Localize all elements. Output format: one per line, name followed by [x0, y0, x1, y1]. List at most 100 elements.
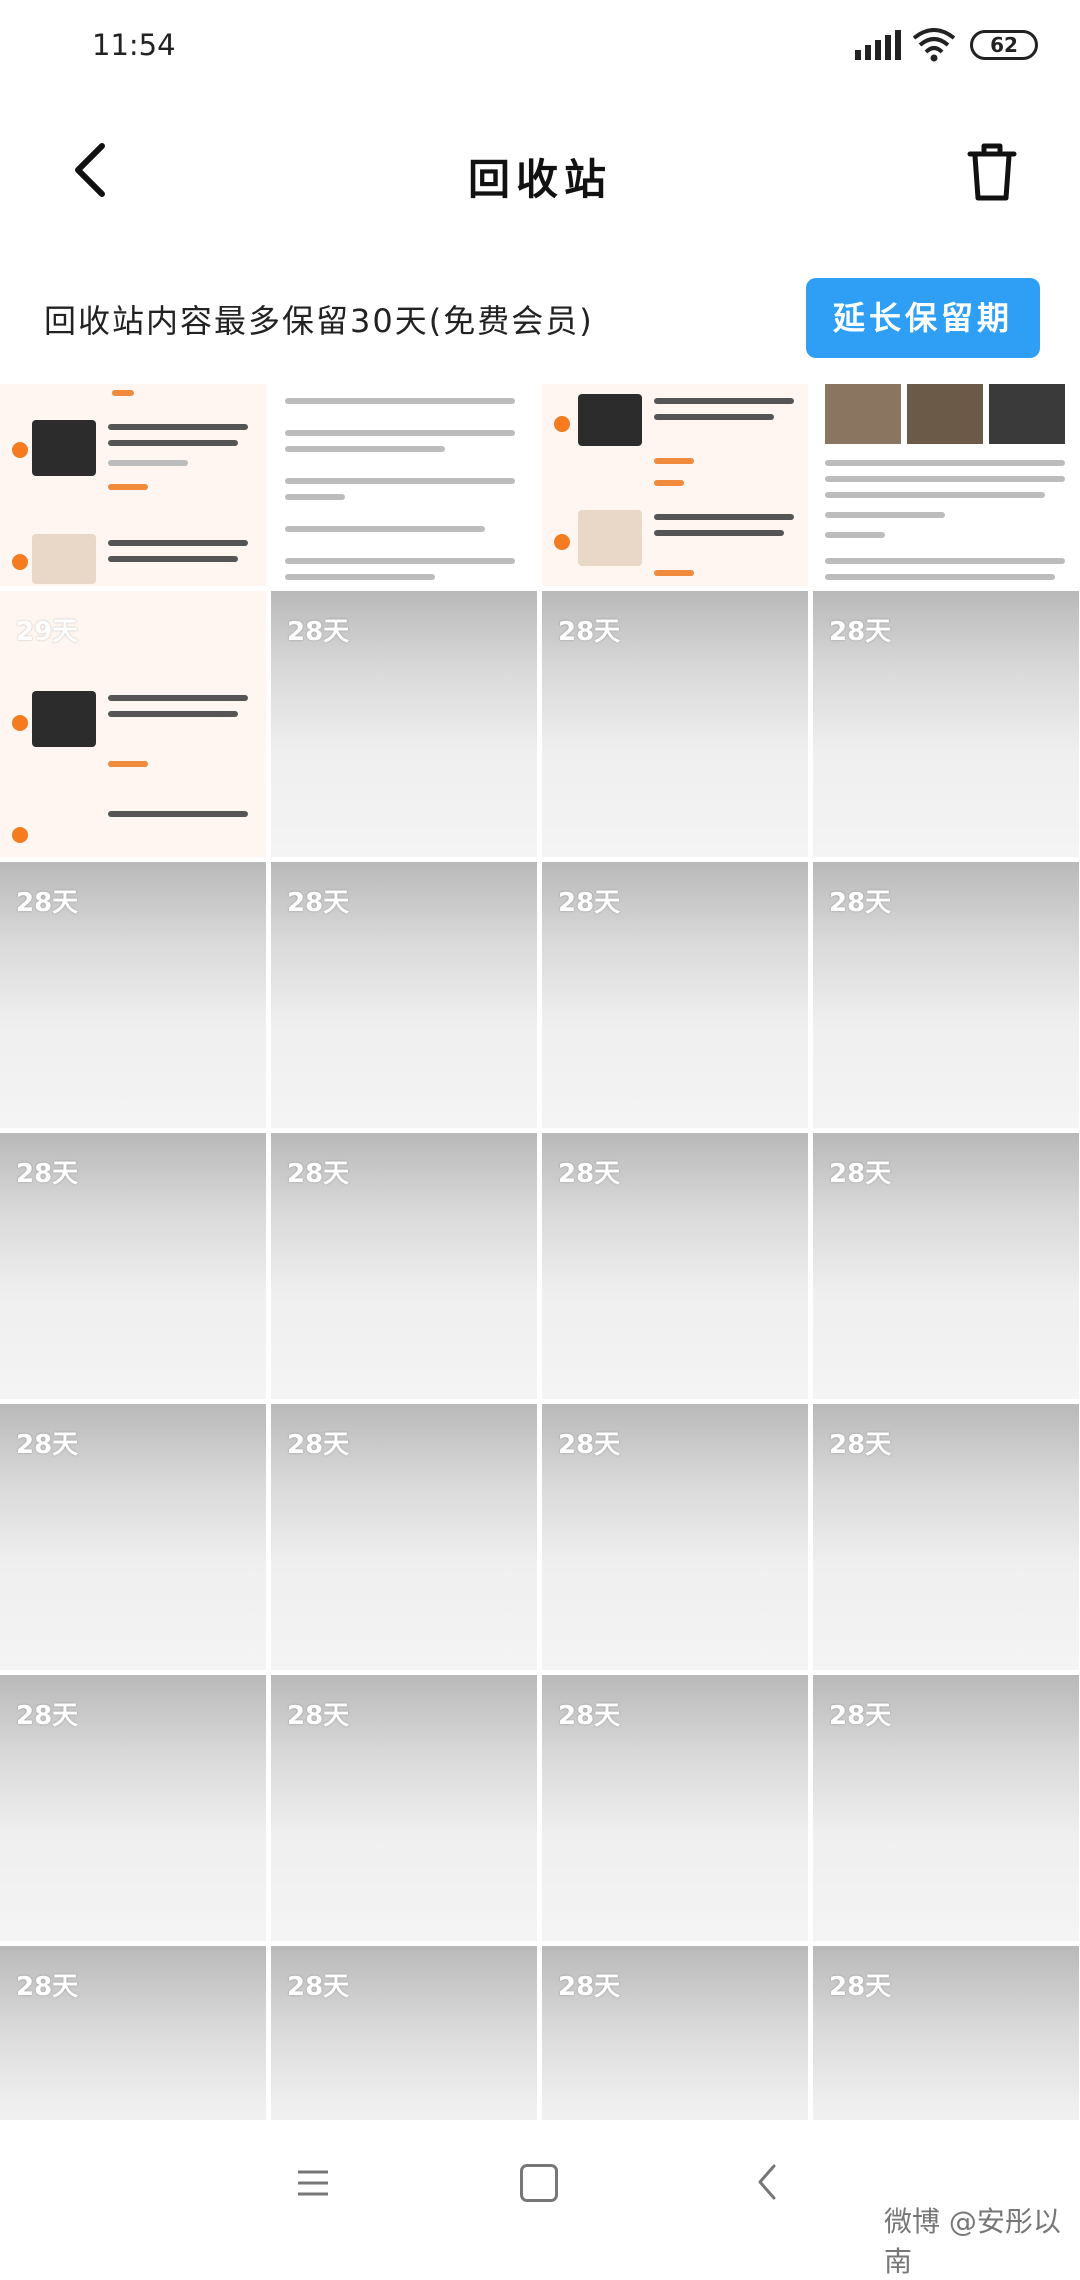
- thumb-line: [285, 526, 485, 532]
- days-remaining: 28天: [558, 1430, 621, 1460]
- days-remaining: 28天: [829, 1159, 892, 1189]
- thumb-check: [12, 715, 28, 731]
- thumb-line: [108, 484, 148, 490]
- days-remaining: 28天: [287, 888, 350, 918]
- days-remaining: 28天: [287, 1972, 350, 2002]
- days-remaining: 28天: [558, 1159, 621, 1189]
- days-remaining: 29天: [16, 617, 79, 647]
- header: 回收站: [0, 110, 1080, 230]
- trash-item-article[interactable]: [271, 384, 537, 586]
- thumb-line: [285, 430, 515, 436]
- thumb-photo: [907, 384, 983, 444]
- thumb-line: [285, 558, 515, 564]
- thumb-shoe-image: [32, 420, 96, 476]
- thumb-line: [108, 460, 188, 466]
- watermark: 微博 @安彤以南: [884, 2205, 1061, 2278]
- home-icon[interactable]: [520, 2164, 558, 2202]
- thumb-check: [12, 554, 28, 570]
- trash-icon: [967, 143, 1017, 201]
- trash-item[interactable]: 28天: [542, 1675, 808, 1941]
- thumb-line: [825, 476, 1065, 482]
- thumb-line: [108, 811, 248, 817]
- days-remaining: 28天: [558, 1701, 621, 1731]
- thumb-line: [108, 711, 238, 717]
- trash-item[interactable]: 28天: [0, 1946, 266, 2120]
- thumb-line: [654, 530, 784, 536]
- system-nav-bar: 微博 @安彤以南: [0, 2120, 1080, 2278]
- wifi-icon: [912, 28, 956, 62]
- days-remaining: 28天: [829, 888, 892, 918]
- trash-item[interactable]: 28天: [542, 591, 808, 857]
- thumb-line: [108, 440, 238, 446]
- days-remaining: 28天: [829, 617, 892, 647]
- thumb-check: [12, 442, 28, 458]
- thumb-check: [12, 827, 28, 843]
- trash-item[interactable]: 28天: [542, 862, 808, 1128]
- trash-item[interactable]: 28天: [0, 862, 266, 1128]
- trash-item[interactable]: 28天: [271, 1946, 537, 2120]
- menu-icon[interactable]: [296, 2166, 330, 2200]
- thumb-line: [825, 492, 1045, 498]
- trash-item[interactable]: 28天: [271, 862, 537, 1128]
- thumb-line: [108, 556, 238, 562]
- days-remaining: 28天: [829, 1701, 892, 1731]
- days-remaining: 28天: [16, 1972, 79, 2002]
- trash-item-shopping[interactable]: [0, 384, 266, 586]
- thumb-line: [825, 558, 1065, 564]
- trash-item[interactable]: 28天: [271, 1133, 537, 1399]
- trash-item[interactable]: 28天: [542, 1404, 808, 1670]
- trash-item[interactable]: 28天: [542, 1133, 808, 1399]
- days-remaining: 28天: [287, 1701, 350, 1731]
- thumb-line: [654, 458, 694, 464]
- thumb-line: [825, 532, 885, 538]
- thumb-line: [108, 761, 148, 767]
- trash-item[interactable]: 28天: [0, 1675, 266, 1941]
- trash-item[interactable]: 28天: [271, 591, 537, 857]
- page-title: 回收站: [467, 155, 612, 204]
- days-remaining: 28天: [16, 888, 79, 918]
- thumb-photo: [825, 384, 901, 444]
- trash-item[interactable]: 28天: [813, 1133, 1079, 1399]
- trash-item[interactable]: 28天: [542, 1946, 808, 2120]
- days-remaining: 28天: [829, 1430, 892, 1460]
- retention-info: 回收站内容最多保留30天(免费会员) 延长保留期: [0, 270, 1080, 360]
- thumb-line: [285, 574, 435, 580]
- thumb-price: [654, 480, 684, 486]
- thumb-shoe-image: [578, 510, 642, 566]
- thumb-line: [825, 460, 1065, 466]
- trash-item[interactable]: 28天: [0, 1404, 266, 1670]
- thumb-line: [285, 446, 445, 452]
- thumb-line: [825, 512, 945, 518]
- thumb-line: [108, 424, 248, 430]
- extend-retention-button[interactable]: 延长保留期: [806, 278, 1040, 358]
- thumb-line: [825, 574, 1055, 580]
- nav-back-icon[interactable]: [752, 2162, 782, 2202]
- trash-item[interactable]: 28天: [813, 591, 1079, 857]
- thumb-line: [654, 514, 794, 520]
- trash-item[interactable]: 28天: [813, 1404, 1079, 1670]
- trash-item[interactable]: 28天: [271, 1404, 537, 1670]
- thumb-shoe-image: [32, 534, 96, 584]
- trash-item[interactable]: 28天: [813, 1946, 1079, 2120]
- thumb-check: [554, 534, 570, 550]
- trash-item[interactable]: 29天: [0, 591, 266, 857]
- thumb-photo: [989, 384, 1065, 444]
- trash-item[interactable]: 28天: [813, 862, 1079, 1128]
- trash-item-profile[interactable]: [813, 384, 1079, 586]
- thumb-check: [554, 416, 570, 432]
- thumb-line: [108, 540, 248, 546]
- status-time: 11:54: [92, 28, 176, 62]
- thumb-line: [285, 398, 515, 404]
- empty-trash-button[interactable]: [960, 140, 1024, 204]
- days-remaining: 28天: [558, 617, 621, 647]
- status-bar: 11:54 62: [0, 0, 1080, 96]
- days-remaining: 28天: [16, 1430, 79, 1460]
- retention-text: 回收站内容最多保留30天(免费会员): [44, 302, 594, 340]
- trash-item[interactable]: 28天: [271, 1675, 537, 1941]
- days-remaining: 28天: [287, 1159, 350, 1189]
- trash-item[interactable]: 28天: [0, 1133, 266, 1399]
- trash-item-shopping[interactable]: [542, 384, 808, 586]
- trash-item[interactable]: 28天: [813, 1675, 1079, 1941]
- thumb-line: [654, 570, 694, 576]
- days-remaining: 28天: [558, 1972, 621, 2002]
